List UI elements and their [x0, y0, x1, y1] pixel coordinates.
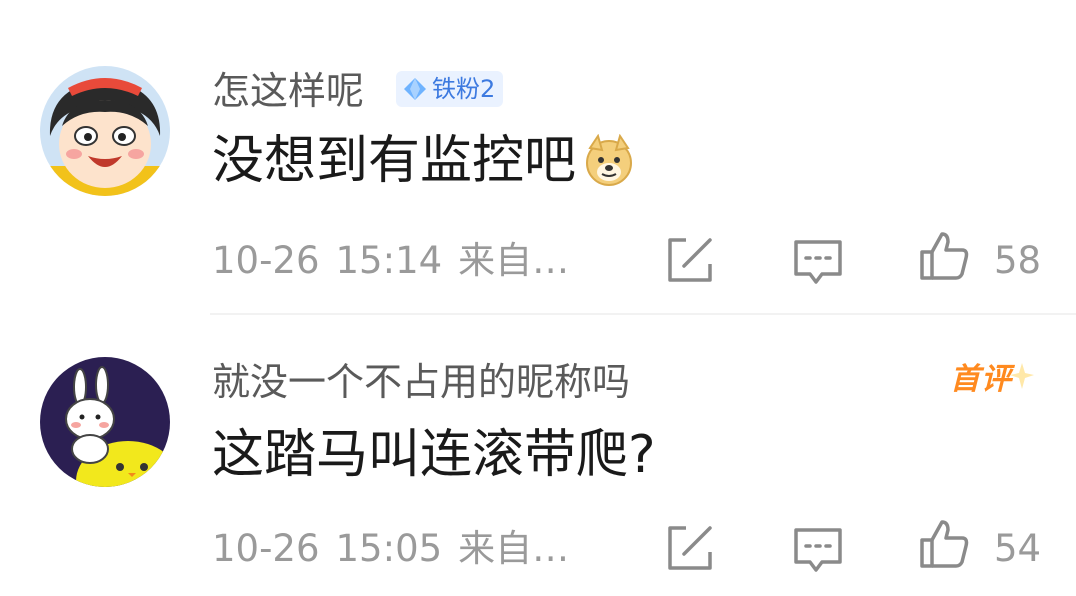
doge-emoji-icon: [586, 134, 633, 186]
fan-badge[interactable]: 铁粉2: [396, 71, 504, 107]
share-icon[interactable]: [664, 234, 716, 286]
username[interactable]: 怎这样呢: [212, 72, 364, 110]
comment-content: 这踏马叫连滚带爬?: [212, 425, 656, 485]
avatar[interactable]: [40, 66, 170, 196]
share-icon[interactable]: [664, 522, 716, 574]
comment-date: 10-26: [212, 527, 320, 570]
comment-time: 15:05: [335, 527, 443, 570]
comment-content: 没想到有监控吧: [212, 131, 577, 191]
avatar[interactable]: [40, 357, 170, 487]
avatar-cartoon-girl-image: [40, 66, 170, 196]
diamond-icon: [404, 78, 426, 100]
comment-icon[interactable]: [792, 524, 844, 576]
comment-meta: 10-26 15:14 来自…: [212, 242, 585, 279]
comment-time: 15:14: [335, 239, 443, 282]
like-count: 54: [994, 527, 1042, 570]
comment-meta: 10-26 15:05 来自…: [212, 530, 585, 567]
comment-icon[interactable]: [792, 236, 844, 288]
thumbs-up-icon[interactable]: [918, 230, 970, 282]
username[interactable]: 就没一个不占用的昵称吗: [212, 363, 630, 401]
comment-text: 没想到有监控吧: [212, 134, 636, 188]
comment-source: 来自…: [458, 239, 570, 282]
comment-source: 来自…: [458, 527, 570, 570]
badge-label: 铁粉2: [432, 75, 496, 103]
comment-item: 就没一个不占用的昵称吗 首评 这踏马叫连滚带爬? 10-26 15:05 来自… 5…: [0, 315, 1076, 596]
avatar-rabbit-image: [40, 357, 170, 487]
first-comment-tag: 首评: [946, 359, 1036, 409]
comment-date: 10-26: [212, 239, 320, 282]
thumbs-up-icon[interactable]: [918, 518, 970, 570]
comment-text: 这踏马叫连滚带爬?: [212, 429, 656, 481]
comment-item: 怎这样呢 铁粉2 没想到有监控吧 10-26 15:14 来自… 58: [0, 0, 1076, 313]
like-count: 58: [994, 239, 1042, 282]
first-comment-label: 首评: [950, 362, 1012, 397]
